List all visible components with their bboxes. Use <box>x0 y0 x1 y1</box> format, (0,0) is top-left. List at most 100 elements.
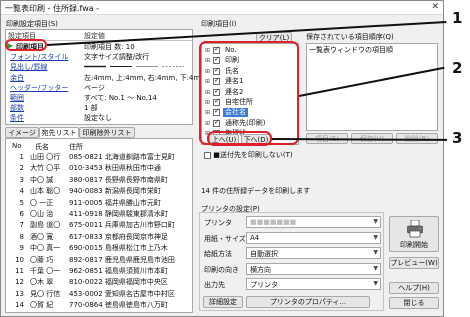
header-address: 住所 <box>69 143 83 151</box>
chevron-down-icon[interactable]: ▼ <box>373 218 378 225</box>
address-preview-list: No 氏名 住所 1 山田 〇行 085-0821 北海道釧路市富士見町 2 大竹 〇平… <box>5 138 193 313</box>
printer-setting-select[interactable]: プリンタ ▼ <box>246 278 381 291</box>
settings-row[interactable]: 範囲 すべて: No.1 ～ No.14 <box>6 93 192 103</box>
settings-row[interactable]: フォント/スタイル 文字サイズ調整/改行 <box>6 52 192 62</box>
row-name: 中〇 誠 <box>30 175 54 184</box>
settings-row[interactable]: 見出し/罫線 <box>6 62 192 72</box>
chevron-down-icon[interactable]: ▼ <box>373 280 378 287</box>
table-row: 1 山田 〇行 085-0821 北海道釧路市富士見町 <box>12 153 194 162</box>
settings-item-value: 文字サイズ調整/改行 <box>84 53 150 62</box>
close-icon[interactable]: ✕ <box>431 2 439 12</box>
print-items-title: 印刷項目(I) <box>201 20 237 28</box>
tab-image[interactable]: イメージ <box>5 127 39 138</box>
printer-setting-select[interactable]: 横方向 ▼ <box>246 262 381 275</box>
tab-address-list[interactable]: 宛先リスト <box>39 127 79 138</box>
row-name: 見〇 行信 <box>30 289 61 298</box>
row-no: 10 <box>15 255 24 264</box>
printer-setting-select[interactable]: ■■■■■■■ ▼ <box>246 216 381 228</box>
table-row: 7 副島 道〇 675-0011 兵庫県加古川市野口町 <box>12 221 194 230</box>
row-address: 911-0005 福井県勝山市元町 <box>69 198 161 207</box>
row-address: 770-0864 徳島県徳島市八万町 <box>69 301 168 310</box>
row-address: 617-0833 京都府長岡京市神足 <box>69 232 168 241</box>
table-row: 9 中〇 真一 690-0015 島根県松江市上乃木 <box>12 244 194 253</box>
table-row: 13 見〇 行信 453-0002 愛知県名古屋市中村区 <box>12 290 194 299</box>
row-no: 4 <box>19 187 24 196</box>
settings-item-label[interactable]: フォント/スタイル <box>10 52 68 62</box>
printer-icon <box>407 219 423 238</box>
settings-item-label[interactable]: 範囲 <box>10 93 24 103</box>
settings-item-label[interactable]: 条件 <box>10 113 24 123</box>
row-no: 2 <box>19 164 24 173</box>
row-name: 〇山 治 <box>30 210 54 218</box>
settings-item-label[interactable]: ヘッダー/フッター <box>10 83 68 93</box>
header-name: 氏名 <box>35 143 49 151</box>
table-row: 3 中〇 誠 380-0817 長野県長野市南県町 <box>12 176 194 185</box>
row-no: 11 <box>15 267 24 275</box>
table-row: 11 千葉 〇一 962-0851 福島県須賀川市本町 <box>12 267 194 276</box>
settings-row[interactable]: 部数 1 部 <box>6 103 192 113</box>
close-button[interactable]: 閉じる <box>389 297 439 309</box>
table-row: 10 〇藤 巧 892-0817 鹿児島県鹿児島市池田 <box>12 256 194 265</box>
table-row: 2 大竹 〇平 010-3453 秋田県秋田市中通 <box>12 164 194 173</box>
hide-empty-label: ■送付先を印刷しない(T) <box>213 151 293 159</box>
row-no: 3 <box>19 175 24 184</box>
window-title: 一覧表印刷 - 住所録.fwa - <box>5 4 100 13</box>
printer-settings-group: プリンタ ■■■■■■■ ▼ 用紙・サイズ A4 ▼ 給紙方法 自動選択 ▼ 印刷の向き 横方向 ▼ 出… <box>199 212 384 311</box>
line-style-sample-icon <box>84 63 184 70</box>
row-no: 12 <box>15 278 24 287</box>
printer-setting-label: プリンタ <box>204 219 232 227</box>
printer-setting-select[interactable]: A4 ▼ <box>246 231 381 244</box>
callout-box-1 <box>5 39 47 51</box>
help-button[interactable]: ヘルプ(H) <box>389 282 439 294</box>
callout-number-3: 3 <box>452 129 463 147</box>
table-row: 4 山本 聡〇 940-0083 新潟県長岡市栄町 <box>12 187 194 196</box>
status-text: 14 件の住所録データを印刷します <box>201 187 311 195</box>
chevron-down-icon[interactable]: ▼ <box>373 265 378 272</box>
settings-row[interactable]: 余白 左:4mm, 上:4mm, 右:4mm, 下:4mm <box>6 73 207 83</box>
table-row: 5 〇 一正 911-0005 福井県勝山市元町 <box>12 199 194 208</box>
row-name: 〇木 翠 <box>30 278 54 287</box>
callout-number-2: 2 <box>452 59 463 77</box>
settings-item-label[interactable]: 部数 <box>10 103 24 113</box>
header-no: No <box>12 142 22 150</box>
settings-row[interactable]: 条件 設定なし <box>6 113 192 123</box>
chevron-down-icon[interactable]: ▼ <box>373 234 378 241</box>
callout-box-3 <box>207 131 272 146</box>
saved-order-item[interactable]: 一覧表ウィンドウの項目順 <box>309 45 393 55</box>
table-row: 12 〇木 翠 810-0022 福岡県福岡市中央区 <box>12 278 194 287</box>
row-address: 962-0851 福島県須賀川市本町 <box>69 267 168 275</box>
printer-setting-value: 自動選択 <box>250 250 278 259</box>
row-address: 010-3453 秋田県秋田市中通 <box>69 164 161 173</box>
row-name: 中〇 真一 <box>30 244 61 253</box>
print-start-button[interactable]: 印刷開始 <box>389 216 439 252</box>
tab-exclude-list[interactable]: 印刷除外リスト <box>79 127 135 138</box>
row-no: 14 <box>15 301 24 310</box>
row-name: 〇藤 巧 <box>30 255 54 264</box>
chevron-down-icon[interactable]: ▼ <box>373 249 378 256</box>
row-address: 380-0817 長野県長野市南県町 <box>69 175 168 184</box>
print-start-label: 印刷開始 <box>400 241 428 249</box>
detail-settings-label: 詳細設定 <box>203 296 243 308</box>
title-bar: 一覧表印刷 - 住所録.fwa - ✕ <box>1 1 443 15</box>
settings-item-value: 設定なし <box>84 114 112 123</box>
settings-item-label[interactable]: 余白 <box>10 73 24 83</box>
printer-properties-button[interactable]: プリンタのプロパティ... <box>246 296 370 308</box>
printer-setting-select[interactable]: 自動選択 ▼ <box>246 247 381 260</box>
row-address: 411-0918 静岡県駿東郡清水町 <box>69 210 168 218</box>
row-address: 940-0083 新潟県長岡市栄町 <box>69 187 161 196</box>
row-no: 13 <box>15 289 24 298</box>
saved-order-title: 保存されている項目順序(Q) <box>306 33 394 41</box>
preview-button[interactable]: プレビュー(W) <box>389 257 439 269</box>
row-name: 〇 一正 <box>30 198 54 207</box>
saved-order-list: 一覧表ウィンドウの項目順 <box>306 43 438 131</box>
tab-strip: イメージ 宛先リスト 印刷除外リスト <box>5 127 193 138</box>
hide-empty-checkbox[interactable]: ■送付先を印刷しない(T) <box>204 150 293 160</box>
settings-row[interactable]: ヘッダー/フッター ページ <box>6 83 192 93</box>
settings-item-value: ページ <box>84 83 105 92</box>
settings-item-value: 1 部 <box>84 104 98 113</box>
printer-setting-label: 用紙・サイズ <box>204 234 246 243</box>
printer-setting-label: 給紙方法 <box>204 250 232 259</box>
printer-setting-value: 横方向 <box>250 265 271 274</box>
row-address: 453-0002 愛知県名古屋市中村区 <box>69 289 175 298</box>
settings-item-label[interactable]: 見出し/罫線 <box>10 62 47 72</box>
